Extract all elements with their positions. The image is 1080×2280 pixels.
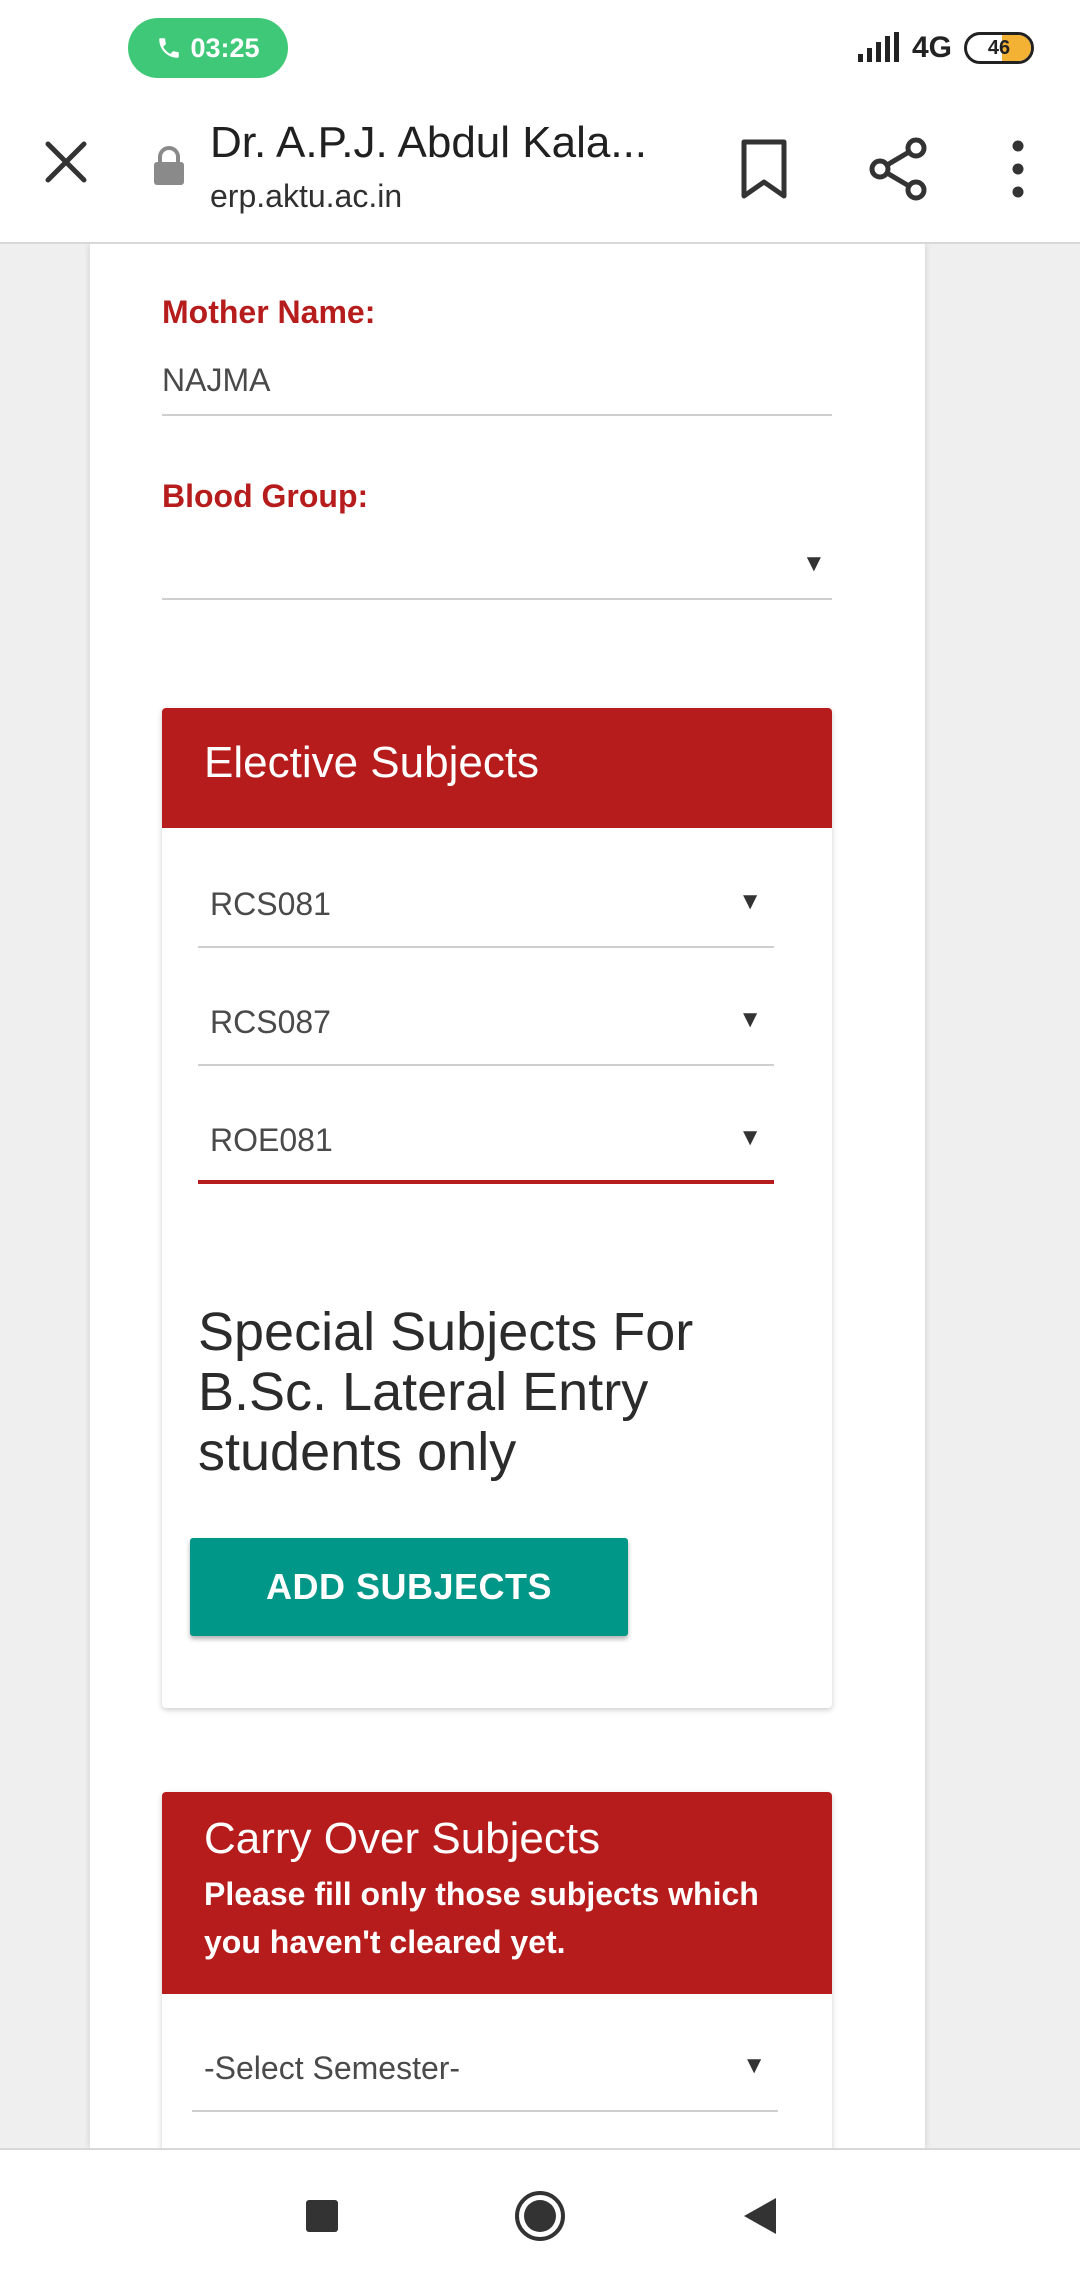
chevron-down-icon: ▼	[738, 1124, 762, 1151]
chevron-down-icon: ▼	[738, 1006, 762, 1033]
elective-subjects-panel: Elective Subjects RCS081 ▼ RCS087 ▼ ROE0…	[162, 708, 832, 1708]
special-subjects-text: Special Subjects For B.Sc. Lateral Entry…	[198, 1302, 694, 1482]
mother-name-label: Mother Name:	[162, 294, 376, 330]
add-subjects-button[interactable]: ADD SUBJECTS	[190, 1538, 628, 1636]
call-time: 03:25	[190, 32, 260, 63]
system-nav-bar	[0, 2148, 1080, 2280]
elective-select-1-value: RCS081	[210, 886, 331, 922]
semester-select-placeholder: -Select Semester-	[204, 2050, 461, 2086]
battery-level: 46	[987, 36, 1011, 59]
back-button[interactable]	[728, 2184, 792, 2248]
home-circle-icon	[515, 2191, 565, 2241]
page-title: Dr. A.P.J. Abdul Kala...	[210, 118, 648, 167]
select-underline	[192, 2110, 778, 2112]
close-button[interactable]	[36, 132, 96, 192]
semester-select[interactable]: -Select Semester- ▼	[192, 2022, 778, 2112]
recents-square-icon	[306, 2200, 338, 2232]
elective-select-3-value: ROE081	[210, 1122, 333, 1158]
page-content: Mother Name: NAJMA Blood Group: ▼ Electi…	[0, 244, 1080, 2148]
select-underline	[198, 1064, 774, 1066]
bookmark-icon[interactable]	[736, 138, 792, 200]
ongoing-call-pill[interactable]: 03:25	[128, 18, 288, 78]
status-indicators: 4G 46	[856, 26, 1034, 70]
more-vert-icon[interactable]	[996, 136, 1040, 202]
chevron-down-icon: ▼	[742, 2052, 766, 2079]
select-underline	[198, 946, 774, 948]
blood-group-underline	[162, 598, 832, 600]
close-icon	[45, 141, 87, 183]
page-url[interactable]: erp.aktu.ac.in	[210, 178, 402, 215]
signal-icon	[857, 32, 899, 62]
carry-over-subtitle: Please fill only those subjects which yo…	[204, 1876, 759, 1960]
carry-over-header: Carry Over Subjects Please fill only tho…	[162, 1792, 832, 1994]
blood-group-select[interactable]	[162, 544, 762, 584]
elective-select-3[interactable]: ROE081 ▼	[198, 1094, 774, 1184]
status-bar: 03:25 4G 46	[0, 0, 1080, 96]
battery-icon: 46	[964, 32, 1034, 64]
select-underline-active	[198, 1180, 774, 1184]
share-icon[interactable]	[866, 136, 932, 202]
elective-header: Elective Subjects	[162, 708, 832, 828]
mother-name-field[interactable]: NAJMA	[162, 362, 270, 399]
elective-select-2-value: RCS087	[210, 1004, 331, 1040]
phone-icon	[159, 38, 180, 58]
lock-icon	[154, 146, 184, 185]
elective-select-2[interactable]: RCS087 ▼	[198, 976, 774, 1066]
network-type: 4G	[911, 31, 952, 64]
elective-title: Elective Subjects	[204, 738, 540, 787]
back-triangle-icon	[744, 2198, 776, 2234]
chevron-down-icon: ▼	[738, 888, 762, 915]
carry-over-title: Carry Over Subjects	[204, 1814, 601, 1863]
browser-toolbar: Dr. A.P.J. Abdul Kala... erp.aktu.ac.in	[0, 96, 1080, 244]
mother-name-underline	[162, 414, 832, 416]
home-button[interactable]	[508, 2184, 572, 2248]
blood-group-label: Blood Group:	[162, 478, 369, 514]
chevron-down-icon[interactable]: ▼	[802, 550, 826, 578]
form-card: Mother Name: NAJMA Blood Group: ▼ Electi…	[90, 244, 925, 2148]
elective-select-1[interactable]: RCS081 ▼	[198, 858, 774, 948]
recents-button[interactable]	[290, 2184, 354, 2248]
carry-over-panel: Carry Over Subjects Please fill only tho…	[162, 1792, 832, 2148]
